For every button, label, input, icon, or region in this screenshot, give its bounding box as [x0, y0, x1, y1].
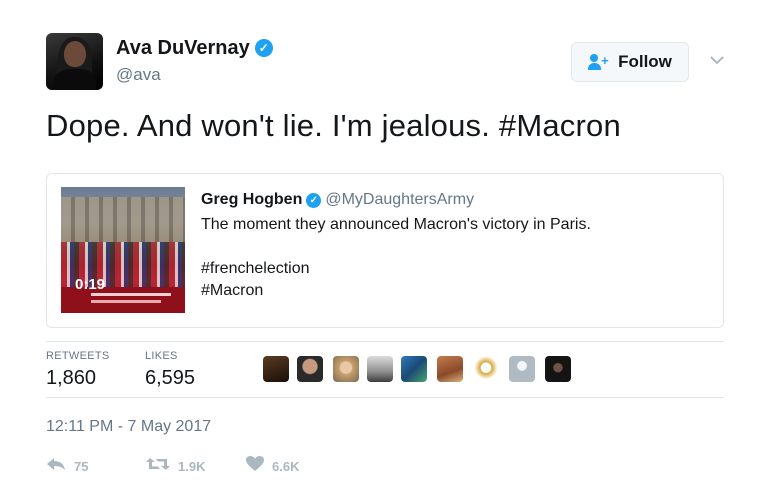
divider: [46, 397, 724, 398]
liker-avatar[interactable]: [509, 356, 535, 382]
liker-avatars: [263, 356, 575, 384]
divider: [46, 341, 724, 342]
hashtag-link[interactable]: #frenchelection: [201, 260, 310, 278]
like-button[interactable]: 6.6K: [246, 456, 299, 477]
quoted-author-handle: @MyDaughtersArmy: [325, 191, 475, 208]
video-duration: 0:19: [75, 276, 106, 293]
liker-avatar[interactable]: [297, 356, 323, 382]
author-name[interactable]: Ava DuVernay: [116, 37, 250, 59]
quoted-author-name: Greg Hogben: [201, 191, 303, 208]
video-thumbnail[interactable]: 0:19: [61, 187, 185, 313]
liker-avatar[interactable]: [263, 356, 289, 382]
tweet-text: Dope. And won't lie. I'm jealous. #Macro…: [46, 108, 621, 143]
retweets-count[interactable]: 1,860: [46, 367, 96, 390]
tweet-timestamp[interactable]: 12:11 PM - 7 May 2017: [46, 418, 211, 436]
likes-count[interactable]: 6,595: [145, 367, 195, 390]
retweet-count: 1.9K: [178, 458, 206, 474]
retweet-button[interactable]: 1.9K: [146, 456, 205, 476]
heart-icon: [246, 456, 264, 477]
hashtag-link[interactable]: #Macron: [201, 282, 263, 300]
quoted-verified-badge-icon: ✓: [306, 193, 322, 208]
liker-avatar[interactable]: [437, 356, 463, 382]
author-avatar[interactable]: [46, 33, 103, 90]
verified-badge-icon: ✓: [254, 39, 273, 57]
liker-avatar[interactable]: [401, 356, 427, 382]
liker-avatar[interactable]: [367, 356, 393, 382]
liker-avatar[interactable]: [545, 356, 571, 382]
author-name-row[interactable]: Ava DuVernay ✓: [116, 37, 273, 60]
like-count: 6.6K: [272, 459, 300, 474]
liker-avatar[interactable]: [473, 356, 499, 382]
quoted-author-row[interactable]: Greg Hogben ✓ @MyDaughtersArmy: [201, 191, 474, 209]
reply-icon: [46, 456, 66, 476]
person-add-icon: +: [588, 54, 610, 70]
retweets-label[interactable]: RETWEETS: [46, 350, 110, 362]
reply-count: 75: [74, 458, 89, 474]
retweet-icon: [146, 456, 170, 476]
quoted-tweet-text: The moment they announced Macron's victo…: [201, 216, 591, 233]
liker-avatar[interactable]: [333, 356, 359, 382]
author-handle[interactable]: @ava: [116, 65, 161, 85]
follow-button-label: Follow: [618, 52, 672, 71]
chevron-down-icon[interactable]: [710, 52, 728, 66]
follow-button[interactable]: + Follow: [571, 42, 689, 82]
likes-label[interactable]: LIKES: [145, 350, 178, 362]
reply-button[interactable]: 75: [46, 456, 88, 476]
